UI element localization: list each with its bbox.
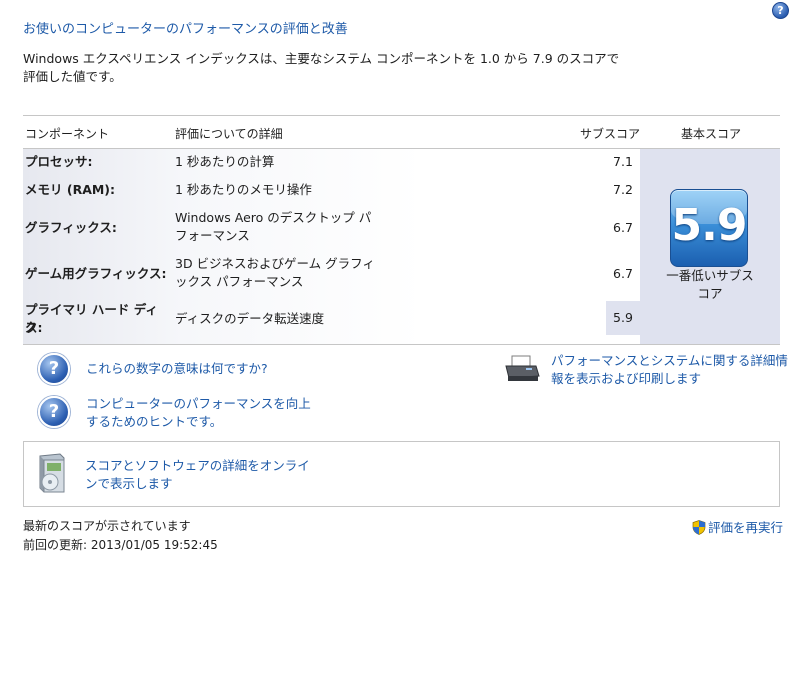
rerun-label[interactable]: 評価を再実行 xyxy=(708,520,783,535)
base-score-value: 5.9 xyxy=(671,200,747,251)
uac-shield-icon xyxy=(692,520,706,535)
intro-text: Windows エクスペリエンス インデックスは、主要なシステム コンポーネント… xyxy=(23,50,623,86)
row-component: メモリ (RAM): xyxy=(25,182,116,197)
base-score-badge: 5.9 xyxy=(670,189,748,267)
row-details: 3D ビジネスおよびゲーム グラフィ xyxy=(175,256,375,271)
base-score-panel: 5.9 一番低いサブス コア xyxy=(640,149,780,344)
row-details: ディスクのデータ転送速度 xyxy=(175,311,325,326)
base-caption-line-1: 一番低いサブス xyxy=(666,268,754,283)
intro-line-1: Windows エクスペリエンス インデックスは、主要なシステム コンポーネント… xyxy=(23,51,620,66)
help-icon[interactable]: ? xyxy=(772,2,789,19)
row-subscore: 7.1 xyxy=(613,154,633,169)
base-caption-line-2: コア xyxy=(697,286,723,301)
header-subscore: サブスコア xyxy=(580,127,641,141)
score-table: コンポーネント 評価についての詳細 サブスコア 基本スコア プロセッサ: 1 秒… xyxy=(23,115,780,345)
tips-link[interactable]: コンピューターのパフォーマンスを向上 するためのヒントです。 xyxy=(86,395,311,431)
row-component: ゲーム用グラフィックス: xyxy=(25,266,167,281)
question-icon[interactable]: ? xyxy=(38,396,70,428)
header-details: 評価についての詳細 xyxy=(175,127,283,141)
online-link-line-2[interactable]: ンで表示します xyxy=(85,475,310,493)
row-details: 1 秒あたりのメモリ操作 xyxy=(175,182,312,197)
row-component: グラフィックス: xyxy=(25,220,117,235)
row-details: 1 秒あたりの計算 xyxy=(175,154,275,169)
online-link-line-1[interactable]: スコアとソフトウェアの詳細をオンライ xyxy=(85,457,310,475)
base-score-caption: 一番低いサブス コア xyxy=(650,267,770,303)
rerun-assessment-link[interactable]: 評価を再実行 xyxy=(692,517,783,536)
tips-link-line-2[interactable]: するためのヒントです。 xyxy=(86,413,311,431)
table-header: コンポーネント 評価についての詳細 サブスコア 基本スコア xyxy=(23,115,780,149)
print-link-line-2[interactable]: 報を表示および印刷します xyxy=(551,370,788,388)
row-component: プロセッサ: xyxy=(25,154,93,169)
row-component-cont: ク: xyxy=(25,320,43,335)
online-details-box: スコアとソフトウェアの詳細をオンライ ンで表示します xyxy=(23,441,780,507)
header-component: コンポーネント xyxy=(25,127,110,141)
header-basescore: 基本スコア xyxy=(681,127,742,141)
print-link-line-1[interactable]: パフォーマンスとシステムに関する詳細情 xyxy=(551,352,788,370)
online-details-link[interactable]: スコアとソフトウェアの詳細をオンライ ンで表示します xyxy=(85,457,310,493)
question-icon[interactable]: ? xyxy=(38,353,70,385)
last-updated: 前回の更新: 2013/01/05 19:52:45 xyxy=(23,538,218,552)
row-subscore: 6.7 xyxy=(613,266,633,281)
row-subscore: 6.7 xyxy=(613,220,633,235)
print-details-link[interactable]: パフォーマンスとシステムに関する詳細情 報を表示および印刷します xyxy=(551,352,788,388)
row-subscore-lowest: 5.9 xyxy=(606,301,640,335)
meaning-link[interactable]: これらの数字の意味は何ですか? xyxy=(86,360,268,378)
row-details-cont: ックス パフォーマンス xyxy=(175,274,304,289)
row-subscore: 7.2 xyxy=(613,182,633,197)
software-box-icon[interactable] xyxy=(34,452,68,494)
page-title: お使いのコンピューターのパフォーマンスの評価と改善 xyxy=(23,22,348,37)
tips-link-line-1[interactable]: コンピューターのパフォーマンスを向上 xyxy=(86,395,311,413)
row-details-cont: フォーマンス xyxy=(175,228,250,243)
row-details: Windows Aero のデスクトップ パ xyxy=(175,210,372,225)
status-text: 最新のスコアが示されています 前回の更新: 2013/01/05 19:52:4… xyxy=(23,517,218,555)
intro-line-2: 評価した値です。 xyxy=(23,69,122,84)
status-line-1: 最新のスコアが示されています xyxy=(23,519,191,533)
printer-icon[interactable] xyxy=(504,354,540,384)
table-body: プロセッサ: 1 秒あたりの計算 7.1 メモリ (RAM): 1 秒あたりのメ… xyxy=(23,149,780,345)
